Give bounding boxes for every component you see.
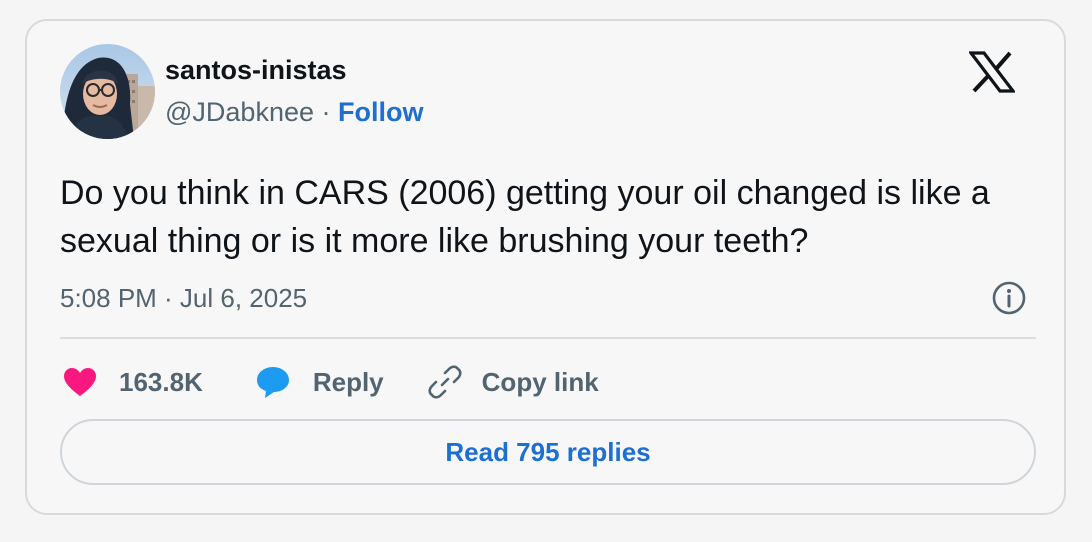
like-count: 163.8K	[119, 366, 203, 397]
tweet-text: Do you think in CARS (2006) getting your…	[60, 174, 990, 260]
action-bar: 163.8K Reply Copy link	[63, 359, 599, 405]
read-replies-label: Read 795 replies	[445, 436, 651, 467]
read-replies-button[interactable]: Read 795 replies	[60, 419, 1036, 485]
reply-button[interactable]: Reply	[255, 365, 384, 399]
tweet-timestamp[interactable]: 5:08 PM · Jul 6, 2025	[60, 283, 307, 314]
author-display-name[interactable]: santos-inistas	[165, 55, 347, 86]
copy-link-label: Copy link	[481, 366, 599, 397]
link-icon	[428, 365, 462, 399]
heart-icon	[64, 368, 96, 396]
avatar-image	[60, 44, 155, 139]
author-handle[interactable]: @JDabknee	[165, 97, 314, 127]
reply-label: Reply	[312, 366, 384, 397]
author-handle-row: @JDabknee · Follow	[165, 97, 423, 128]
tweet-embed-card: santos-inistas @JDabknee · Follow Do you…	[25, 19, 1066, 515]
avatar[interactable]	[60, 44, 155, 139]
like-button[interactable]: 163.8K	[63, 367, 203, 398]
follow-link[interactable]: Follow	[338, 97, 423, 127]
handle-separator: ·	[314, 97, 338, 127]
divider	[60, 337, 1036, 339]
x-logo-icon[interactable]	[969, 51, 1015, 93]
speech-bubble-icon	[256, 367, 289, 398]
copy-link-button[interactable]: Copy link	[428, 365, 599, 399]
info-icon[interactable]	[990, 279, 1028, 317]
